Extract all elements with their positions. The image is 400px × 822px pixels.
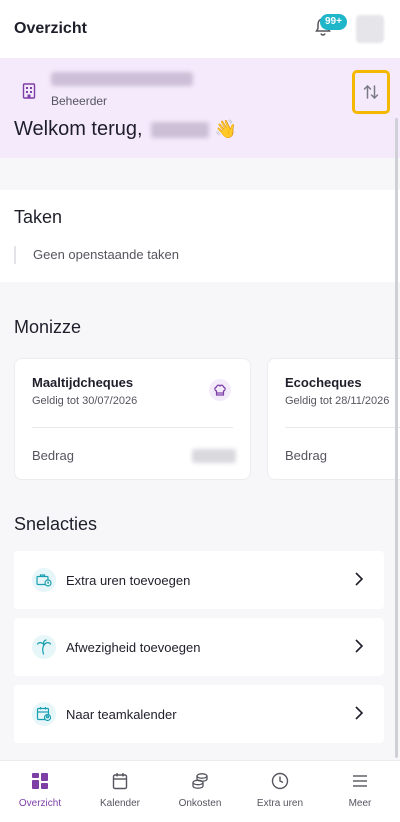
organization-name-redacted xyxy=(51,72,193,86)
nav-label: Meer xyxy=(348,798,372,809)
nav-label: Extra uren xyxy=(256,798,304,809)
amount-label: Bedrag xyxy=(32,448,74,463)
nav-kalender[interactable]: Kalender xyxy=(80,761,160,822)
card-title: Ecocheques xyxy=(285,375,362,390)
monizze-title: Monizze xyxy=(14,317,82,337)
dashboard-icon xyxy=(29,770,51,792)
nav-label: Overzicht xyxy=(18,798,62,809)
card-divider xyxy=(285,427,400,428)
clock-icon xyxy=(269,770,291,792)
tasks-empty-message: Geen openstaande taken xyxy=(14,246,179,264)
nav-meer[interactable]: Meer xyxy=(320,761,400,822)
amount-value-redacted xyxy=(192,449,236,463)
quick-action-label: Naar teamkalender xyxy=(66,706,177,722)
calendar-icon xyxy=(109,770,131,792)
nav-label: Kalender xyxy=(99,798,141,809)
nav-overzicht[interactable]: Overzicht xyxy=(0,761,80,822)
notification-badge: 99+ xyxy=(320,14,347,30)
briefcase-clock-icon xyxy=(32,568,56,592)
app: Overzicht 99+ Beheerder Welkom terug, 👋 xyxy=(0,0,400,822)
avatar[interactable] xyxy=(356,15,384,43)
scrollbar[interactable] xyxy=(395,118,398,758)
page-title: Overzicht xyxy=(14,20,87,37)
meal-voucher-card[interactable]: Maaltijdcheques Geldig tot 30/07/2026 Be… xyxy=(14,358,251,480)
chevron-right-icon xyxy=(355,639,364,653)
card-validity: Geldig tot 30/07/2026 xyxy=(32,395,138,407)
card-divider xyxy=(32,427,233,428)
chevron-right-icon xyxy=(355,572,364,586)
calendar-user-icon xyxy=(32,702,56,726)
user-name-redacted xyxy=(150,121,209,138)
building-icon xyxy=(18,80,40,102)
quick-action-absence[interactable]: Afwezigheid toevoegen xyxy=(14,618,384,676)
chevron-right-icon xyxy=(355,706,364,720)
card-title: Maaltijdcheques xyxy=(32,375,134,390)
welcome-greeting: Welkom terug, 👋 xyxy=(14,118,237,141)
quick-action-extra-hours[interactable]: Extra uren toevoegen xyxy=(14,551,384,609)
nav-onkosten[interactable]: Onkosten xyxy=(160,761,240,822)
quick-action-team-calendar[interactable]: Naar teamkalender xyxy=(14,685,384,743)
nav-extra-uren[interactable]: Extra uren xyxy=(240,761,320,822)
nav-label: Onkosten xyxy=(178,798,222,809)
tasks-section: Taken Geen openstaande taken xyxy=(0,190,400,282)
eco-voucher-card[interactable]: Ecocheques Geldig tot 28/11/2026 Bedrag xyxy=(267,358,400,480)
card-validity: Geldig tot 28/11/2026 xyxy=(285,395,390,407)
user-role: Beheerder xyxy=(51,94,108,108)
coins-icon xyxy=(189,770,211,792)
quick-action-label: Afwezigheid toevoegen xyxy=(66,639,201,655)
greeting-text: Welkom terug, xyxy=(14,118,143,140)
amount-label: Bedrag xyxy=(285,448,327,463)
menu-icon xyxy=(349,770,371,792)
tasks-title: Taken xyxy=(14,207,63,227)
switch-organization-button[interactable] xyxy=(352,70,390,114)
chef-hat-icon xyxy=(209,379,231,401)
quick-action-label: Extra uren toevoegen xyxy=(66,572,191,588)
palm-tree-icon xyxy=(32,635,56,659)
swap-vertical-icon xyxy=(363,84,379,100)
bottom-navigation: Overzicht Kalender Onkosten Extra uren M… xyxy=(0,760,400,822)
wave-icon: 👋 xyxy=(214,119,237,139)
quick-actions-title: Snelacties xyxy=(14,514,98,534)
